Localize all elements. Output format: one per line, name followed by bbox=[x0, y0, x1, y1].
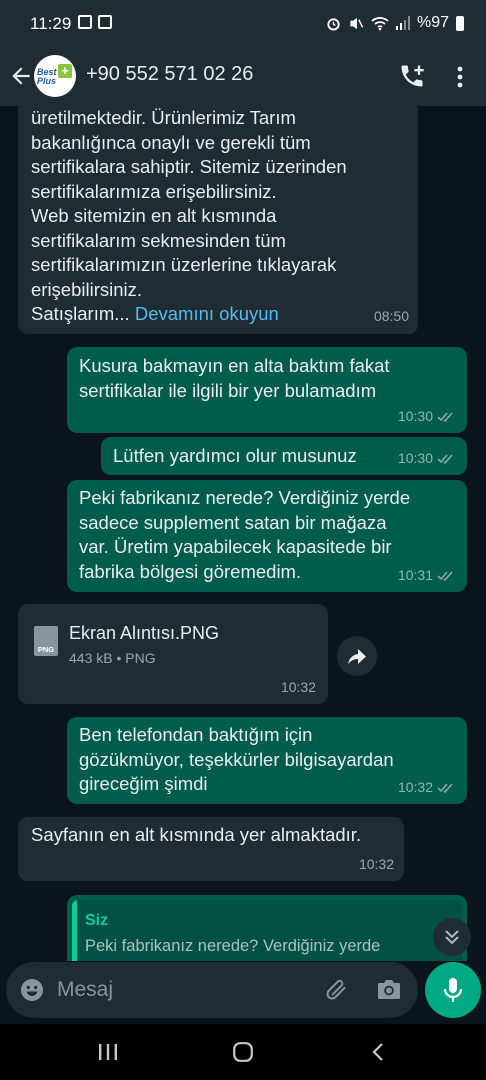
message-text-line: sertifikalarımızın üzerlerine tıklayarak bbox=[31, 254, 337, 275]
message-bubble-incoming[interactable]: üretilmektedir. Ürünlerimiz Tarım bakanl… bbox=[18, 106, 418, 334]
read-ticks-icon bbox=[437, 412, 453, 423]
message-text-line: Ben telefondan baktığım için bbox=[79, 724, 313, 745]
message-bubble-outgoing[interactable]: Peki fabrikanız nerede? Verdiğiniz yerde… bbox=[67, 480, 467, 592]
message-text-line: üretilmektedir. Ürünlerimiz Tarım bbox=[31, 107, 296, 128]
message-text-line: sertifikalarımıza erişebilirsiniz. bbox=[31, 180, 277, 202]
battery-level: %97 bbox=[416, 14, 449, 31]
message-text-line: erişebilirsiniz. bbox=[31, 278, 143, 300]
message-text-line: Sayfanın en alt kısmında yer almaktadır. bbox=[31, 824, 362, 845]
mute-icon bbox=[350, 17, 364, 29]
message-bubble-document[interactable]: PNG Ekran Alıntısı.PNG 443 kB • PNG 10:3… bbox=[18, 604, 328, 704]
message-time: 10:32 bbox=[397, 778, 433, 795]
emoji-icon[interactable] bbox=[20, 978, 44, 1002]
forward-button[interactable] bbox=[337, 636, 377, 676]
nav-back-icon[interactable] bbox=[370, 1041, 386, 1063]
message-time: 10:30 bbox=[397, 449, 433, 466]
read-more-link[interactable]: Devamını okuyun bbox=[135, 303, 279, 324]
message-time: 10:32 bbox=[280, 678, 316, 695]
wifi-icon bbox=[371, 16, 389, 30]
read-ticks-icon bbox=[437, 454, 453, 465]
message-time: 08:50 bbox=[373, 307, 409, 324]
message-text-line: Kusura bakmayın en alta baktım fakat bbox=[79, 355, 390, 376]
message-text-line: sertifikalarım sekmesinden tüm bbox=[31, 229, 286, 251]
file-meta: 443 kB • PNG bbox=[69, 650, 156, 666]
attach-icon[interactable] bbox=[324, 976, 350, 1002]
scroll-down-button[interactable] bbox=[433, 918, 471, 956]
message-text-line: gözükmüyor, teşekkürler bilgisayardan bbox=[79, 748, 394, 770]
message-text-line: Satışlarım... Devamını okuyun bbox=[31, 302, 406, 327]
message-meta: 10:30 bbox=[398, 404, 457, 429]
message-meta: 10:32 bbox=[398, 775, 457, 800]
system-nav-bar bbox=[0, 1024, 486, 1080]
message-time: 10:32 bbox=[358, 855, 394, 872]
status-notification-icons bbox=[78, 15, 112, 29]
signal-icon bbox=[395, 16, 410, 30]
message-bubble-outgoing[interactable]: Lütfen yardımcı olur musunuz 10:30 bbox=[101, 437, 467, 475]
voice-message-button[interactable] bbox=[425, 962, 481, 1018]
chat-area[interactable]: üretilmektedir. Ürünlerimiz Tarım bakanl… bbox=[0, 106, 486, 961]
message-bubble-reply[interactable]: Siz Peki fabrikanız nerede? Verdiğiniz y… bbox=[67, 895, 467, 961]
message-text-line: bakanlığınca onaylı ve gerekli tüm bbox=[31, 131, 311, 153]
png-file-icon: PNG bbox=[34, 626, 58, 656]
quoted-message[interactable]: Siz Peki fabrikanız nerede? Verdiğiniz y… bbox=[72, 900, 462, 961]
recent-apps-icon[interactable] bbox=[97, 1042, 119, 1062]
quote-text: Peki fabrikanız nerede? Verdiğiniz yerde bbox=[85, 937, 381, 955]
read-ticks-icon bbox=[437, 571, 453, 582]
message-bubble-incoming[interactable]: Sayfanın en alt kısmında yer almaktadır.… bbox=[18, 817, 404, 881]
message-input[interactable]: Mesaj bbox=[57, 978, 113, 1002]
truncated-text: Satışlarım... bbox=[31, 303, 130, 324]
message-text-line: var. Üretim yapabilecek kapasitede bir bbox=[79, 536, 392, 557]
message-meta: 10:30 bbox=[398, 446, 457, 471]
status-time: 11:29 bbox=[30, 14, 72, 33]
avatar[interactable]: Best Plus + bbox=[34, 55, 76, 97]
message-text-line: sertifikalara sahiptir. Sitemiz üzerinde… bbox=[31, 156, 347, 177]
mic-icon bbox=[443, 978, 463, 1002]
message-bubble-outgoing[interactable]: Ben telefondan baktığım için gözükmüyor,… bbox=[67, 717, 467, 804]
message-text-line: Web sitemizin en alt kısmında bbox=[31, 205, 277, 226]
message-time: 10:31 bbox=[397, 566, 433, 583]
back-arrow-icon[interactable] bbox=[8, 63, 34, 89]
read-ticks-icon bbox=[437, 783, 453, 794]
status-bar: 11:29 %97 bbox=[0, 0, 486, 50]
contact-name[interactable]: +90 552 571 02 26 bbox=[86, 63, 253, 86]
avatar-brand-logo: Best Plus bbox=[37, 67, 57, 86]
gallery-notification-icon bbox=[78, 15, 92, 29]
more-vert-icon[interactable] bbox=[452, 64, 468, 90]
battery-icon bbox=[456, 15, 464, 31]
message-meta: 10:31 bbox=[398, 563, 457, 588]
alarm-icon bbox=[327, 17, 340, 31]
quote-bar bbox=[72, 900, 77, 961]
chat-header: Best Plus + +90 552 571 02 26 bbox=[0, 50, 486, 106]
app-notification-icon bbox=[98, 15, 112, 29]
message-text-line: sertifikalar ile ilgili bir yer bulamadı… bbox=[79, 379, 377, 401]
quote-author: Siz bbox=[85, 912, 109, 929]
message-composer: Mesaj bbox=[6, 962, 418, 1018]
avatar-plus-icon: + bbox=[58, 64, 72, 78]
file-name: Ekran Alıntısı.PNG bbox=[69, 623, 220, 643]
message-time: 10:30 bbox=[397, 407, 433, 424]
message-text-line: Peki fabrikanız nerede? Verdiğiniz yerde bbox=[79, 487, 411, 508]
message-bubble-outgoing[interactable]: Kusura bakmayın en alta baktım fakat ser… bbox=[67, 347, 467, 433]
scroll-down-icon bbox=[445, 930, 459, 945]
message-text-line: sadece supplement satan bir mağaza bbox=[79, 511, 387, 533]
camera-icon[interactable] bbox=[376, 977, 402, 1001]
add-call-icon[interactable] bbox=[398, 62, 426, 90]
home-icon[interactable] bbox=[232, 1041, 254, 1063]
forward-icon bbox=[348, 649, 366, 664]
status-indicators: %97 bbox=[326, 14, 464, 32]
